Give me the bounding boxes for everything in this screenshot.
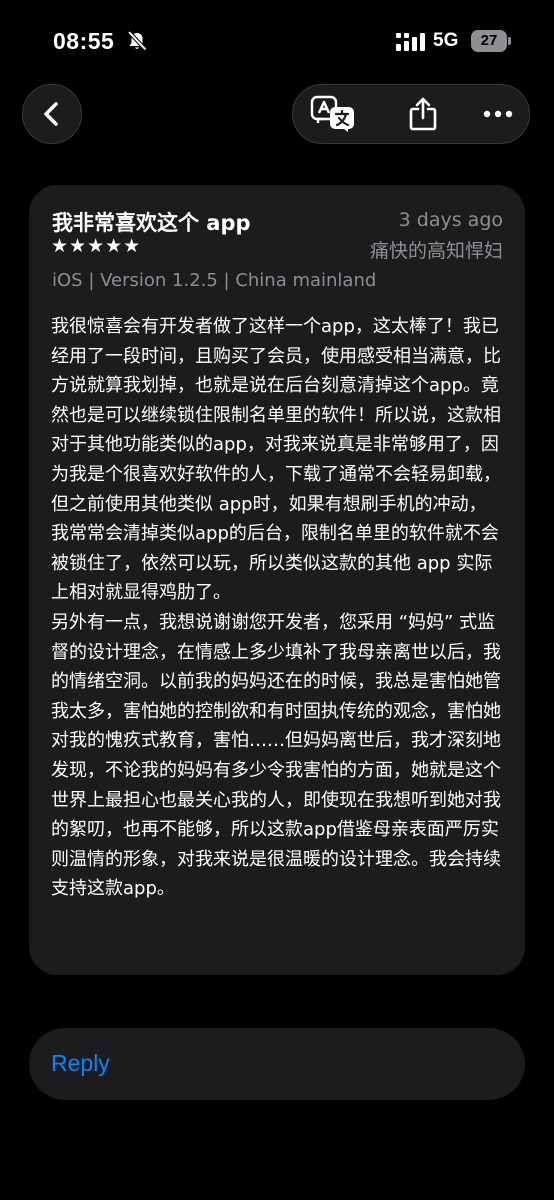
chevron-left-icon bbox=[44, 102, 58, 126]
share-icon bbox=[409, 97, 437, 131]
status-bar: 08:55 5G 27 bbox=[0, 0, 554, 84]
cellular-signal-icon bbox=[396, 33, 426, 51]
more-button[interactable] bbox=[468, 85, 528, 143]
bell-slash-icon bbox=[126, 30, 148, 52]
translate-button[interactable] bbox=[303, 85, 363, 143]
status-time: 08:55 bbox=[53, 28, 115, 54]
review-meta: iOS | Version 1.2.5 | China mainland bbox=[52, 270, 377, 291]
review-author: 痛快的高知悍妇 bbox=[369, 240, 503, 262]
back-button[interactable] bbox=[22, 84, 82, 144]
review-body: 我很惊喜会有开发者做了这样一个app，这太棒了！我已经用了一段时间，且购买了会员… bbox=[51, 312, 503, 904]
reply-label: Reply bbox=[51, 1050, 110, 1076]
review-paragraph: 我很惊喜会有开发者做了这样一个app，这太棒了！我已经用了一段时间，且购买了会员… bbox=[51, 316, 501, 604]
battery-indicator: 27 bbox=[471, 30, 507, 52]
translate-icon bbox=[310, 95, 354, 132]
review-title: 我非常喜欢这个 app bbox=[52, 211, 251, 235]
battery-cap bbox=[508, 37, 511, 45]
ellipsis-icon bbox=[483, 110, 513, 118]
network-type: 5G bbox=[433, 30, 459, 51]
toolbar-actions bbox=[292, 84, 530, 144]
star-rating: ★★★★★ bbox=[51, 235, 142, 257]
review-date: 3 days ago bbox=[398, 209, 503, 231]
review-paragraph: 另外有一点，我想说谢谢您开发者，您采用 “妈妈” 式监督的设计理念，在情感上多少… bbox=[51, 611, 501, 900]
review-card: 我非常喜欢这个 app 3 days ago ★★★★★ 痛快的高知悍妇 iOS… bbox=[29, 185, 525, 975]
reply-button[interactable]: Reply bbox=[29, 1028, 525, 1100]
share-button[interactable] bbox=[393, 85, 453, 143]
